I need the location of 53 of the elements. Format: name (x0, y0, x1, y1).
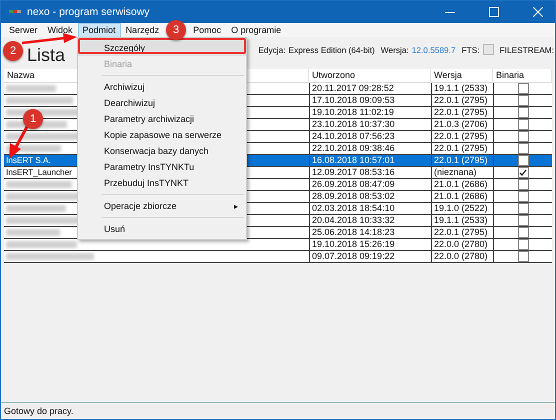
table-cell: 22.10.2018 09:38:46 (312, 143, 395, 154)
table-cell: 22.0.1 (2795) (434, 227, 488, 238)
table-cell: 09.07.2018 09:19:22 (312, 251, 395, 262)
table-cell: 12.09.2017 08:53:16 (312, 167, 395, 178)
step-badge: 2 (3, 41, 23, 61)
table-cell: 19.1.1 (2533) (434, 215, 488, 226)
edition-value: Express Edition (64-bit) (288, 44, 375, 54)
table-cell: 19.10.2018 11:02:19 (312, 107, 394, 118)
table-cell: InsERT_Launcher (6, 167, 72, 178)
table-row[interactable]: 09.07.2018 09:19:22 22.0.0 (2780) (4, 251, 552, 263)
submenu-arrow: ▸ (234, 202, 238, 210)
table-cell: 21.0.1 (2686) (434, 179, 488, 190)
version-value: 12.0.5589.7 (412, 44, 456, 54)
table-cell: 20.04.2018 10:33:32 (312, 215, 395, 226)
menu-item[interactable]: O programie (226, 22, 286, 38)
table-cell: (nieznana) (434, 167, 477, 178)
column-header[interactable]: Binaria (493, 69, 552, 82)
table-cell: 22.0.1 (2795) (434, 107, 488, 118)
filestream-label: FILESTREAM: (500, 44, 554, 54)
table-cell: 22.0.1 (2795) (434, 131, 488, 142)
table-cell: 24.10.2018 07:56:23 (312, 131, 395, 142)
menu-item[interactable]: Widok (42, 22, 78, 38)
table-cell: 16.08.2018 10:57:01 (312, 155, 395, 166)
table-cell: 21.0.1 (2686) (434, 191, 488, 202)
table-cell: 17.10.2018 09:09:53 (312, 95, 395, 106)
table-cell: 22.0.1 (2795) (434, 155, 488, 166)
table-cell: 22.0.0 (2780) (434, 239, 488, 250)
table-cell: 26.09.2018 08:47:09 (312, 179, 395, 190)
table-cell: 19.1.0 (2522) (434, 203, 488, 214)
menu-item[interactable]: Serwer (4, 22, 43, 38)
table-cell: 02.03.2018 18:54:10 (312, 203, 395, 214)
menu-item[interactable]: Podmiot (78, 22, 121, 38)
column-header[interactable]: Wersja (431, 69, 493, 82)
table-cell: InsERT S.A. (6, 155, 51, 166)
window-title: nexo - program serwisowy (27, 6, 150, 18)
table-cell: 25.06.2018 14:18:23 (312, 227, 395, 238)
table-cell: 19.10.2018 15:26:19 (312, 239, 395, 250)
page-heading: Lista (27, 46, 66, 65)
fts-label: FTS: (462, 44, 480, 54)
table-cell: 23.10.2018 10:37:30 (312, 119, 395, 130)
table-cell: 22.0.1 (2795) (434, 95, 488, 106)
edition-label: Edycja: (258, 44, 286, 54)
menu-item[interactable]: Narzędz (120, 22, 164, 38)
table-cell: 21.0.3 (2706) (434, 119, 488, 130)
table-cell: 22.0.0 (2780) (434, 251, 488, 262)
column-header[interactable]: Utworzono (309, 69, 431, 82)
table-cell: 22.0.1 (2795) (434, 143, 488, 154)
version-label: Wersja: (380, 44, 409, 54)
menu-item[interactable]: Pomoc (188, 22, 226, 38)
table-cell: 19.1.1 (2533) (434, 83, 488, 94)
table-cell: 20.11.2017 09:28:52 (312, 83, 394, 94)
status-text: Gotowy do pracy. (4, 406, 74, 416)
table-cell: 28.09.2018 08:53:02 (312, 191, 395, 202)
